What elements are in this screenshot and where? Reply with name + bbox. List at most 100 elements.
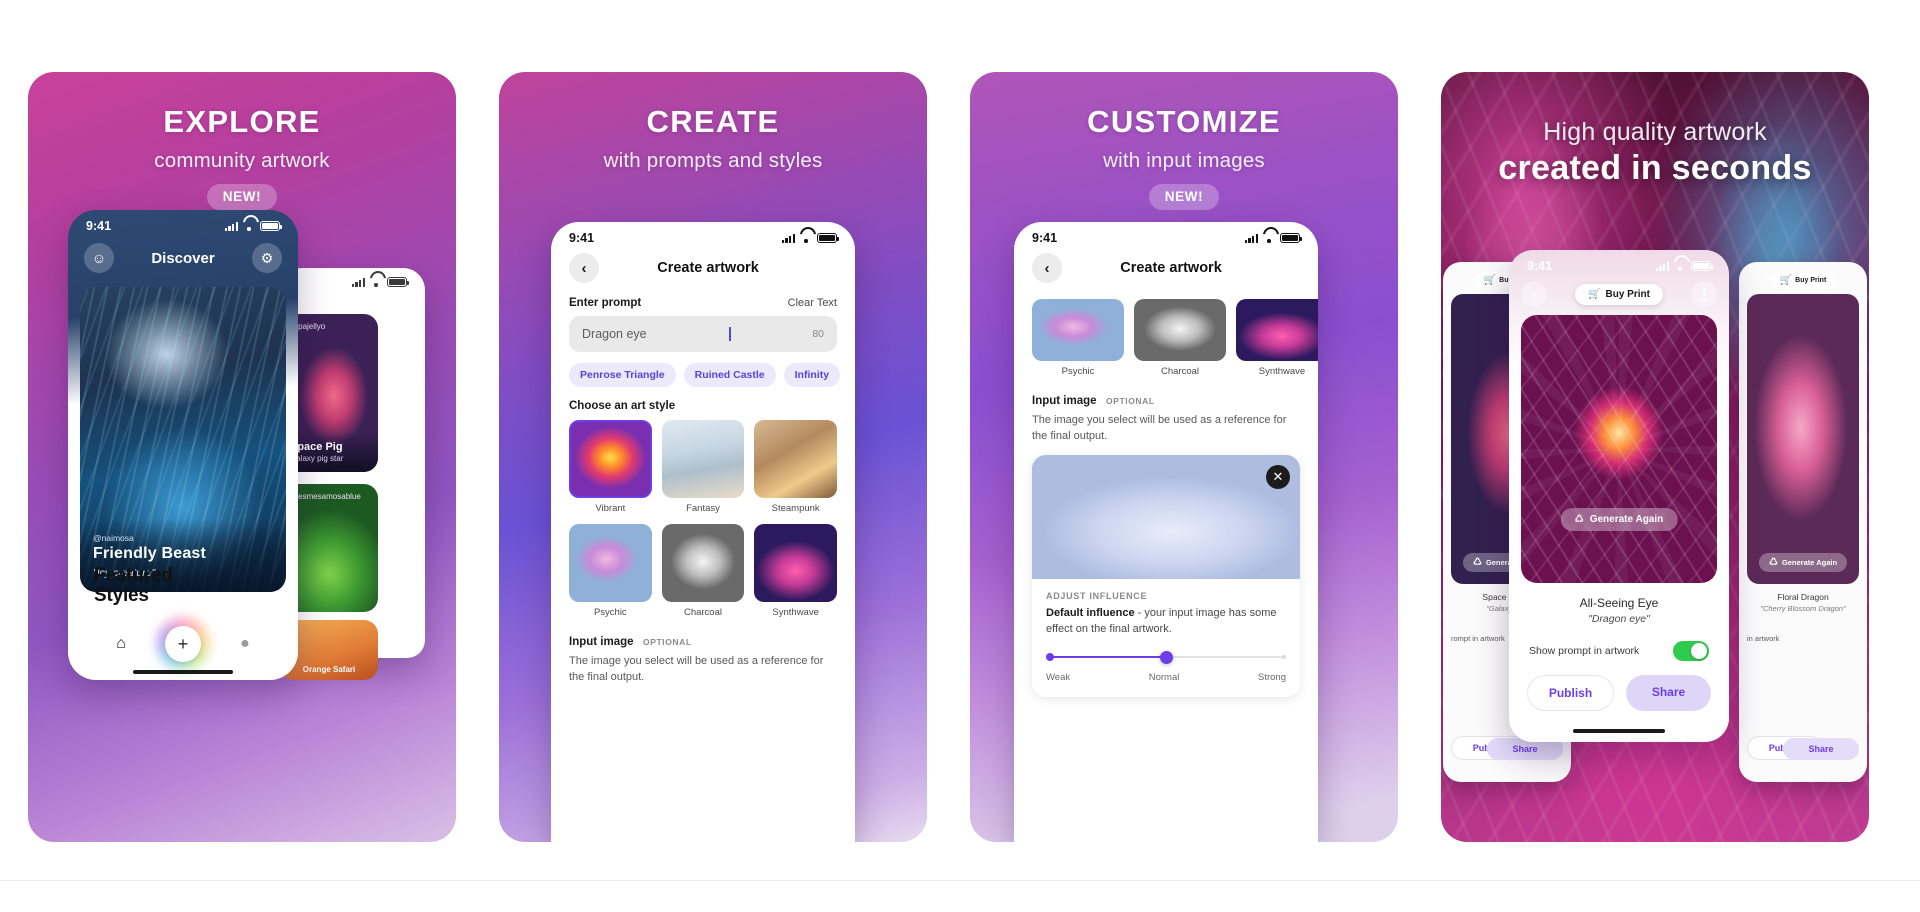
input-image-label: Input image	[1032, 395, 1097, 407]
quality-headline-line1: High quality artwork	[1543, 118, 1767, 146]
create-sheet: ‹ Create artwork Enter prompt Clear Text…	[551, 249, 855, 686]
signal-icon	[224, 221, 238, 231]
input-image-section: Input image OPTIONAL The image you selec…	[569, 632, 837, 686]
input-image-optional-tag: OPTIONAL	[642, 637, 692, 647]
page-title: Discover	[151, 249, 215, 267]
more-vertical-icon[interactable]	[1691, 281, 1717, 307]
panel-quality[interactable]: High quality artwork created in seconds …	[1441, 72, 1869, 842]
gear-icon[interactable]: ⚙	[252, 243, 282, 273]
profile-icon[interactable]: ●	[235, 634, 255, 654]
art-style-option[interactable]: Steampunk	[754, 420, 837, 514]
shuffle-icon: ♺	[1472, 557, 1482, 568]
status-icons	[351, 277, 410, 287]
buy-print-button[interactable]: 🛒Buy Print	[1575, 283, 1663, 305]
influence-caption: ADJUST INFLUENCE	[1046, 590, 1148, 601]
chevron-left-icon[interactable]: ‹	[569, 253, 599, 283]
signal-icon	[1655, 261, 1669, 271]
publish-button[interactable]: Publish	[1527, 675, 1614, 711]
art-style-name: Psychic	[593, 607, 627, 618]
art-style-option[interactable]: Vibrant	[569, 420, 652, 514]
art-style-thumbnail	[754, 524, 837, 602]
chevron-left-icon[interactable]: ‹	[1032, 253, 1062, 283]
art-style-name: Synthwave	[1258, 366, 1306, 377]
cart-icon: 🛒	[1779, 275, 1793, 286]
influence-slider[interactable]	[1046, 650, 1286, 664]
prompt-char-count: 80	[812, 328, 824, 340]
art-style-option[interactable]: Charcoal	[661, 524, 745, 618]
explore-subhead: community artwork	[154, 148, 330, 172]
panel-explore[interactable]: EXPLORE community artwork NEW! @pajellyo…	[28, 72, 456, 842]
wifi-icon	[800, 234, 812, 243]
panel-create[interactable]: CREATE with prompts and styles 9:41 ‹ Cr…	[499, 72, 927, 842]
art-style-name: Psychic	[1061, 366, 1095, 377]
customize-headline-block: CUSTOMIZE with input images NEW!	[970, 72, 1398, 210]
art-style-strip: Psychic Charcoal Synthwave	[1032, 299, 1318, 377]
customize-sheet: ‹ Create artwork Psychic Charcoal Synthw…	[1014, 249, 1318, 697]
art-style-option[interactable]: Psychic	[569, 524, 652, 618]
signal-icon	[1244, 233, 1258, 243]
generate-again-button[interactable]: ♺Generate Again	[1560, 508, 1678, 531]
art-style-option[interactable]: Charcoal	[1134, 299, 1226, 377]
featured-artwork-card[interactable]: @naimosa Friendly Beast "Icy creature"	[80, 287, 286, 592]
dots-glyph	[1702, 287, 1706, 301]
generate-again-button[interactable]: ♺Generate Again	[1758, 553, 1848, 572]
page-title: Create artwork	[1120, 260, 1222, 276]
artwork-caption: Floral Dragon "Cherry Blossom Dragon"	[1739, 592, 1867, 613]
customize-phone: 9:41 ‹ Create artwork Psychic Charcoal S…	[1014, 222, 1318, 842]
buy-print-button[interactable]: 🛒Buy Print	[1770, 272, 1836, 289]
plus-icon[interactable]: +	[165, 626, 201, 662]
shuffle-icon: ♺	[1768, 557, 1778, 568]
art-style-name: Steampunk	[771, 503, 820, 514]
slider-handle[interactable]	[1160, 650, 1173, 664]
discord-icon[interactable]: ☺	[84, 243, 114, 273]
art-style-option[interactable]: Synthwave	[754, 524, 837, 618]
art-style-option[interactable]: Fantasy	[661, 420, 745, 514]
status-time: 9:41	[1527, 259, 1553, 273]
art-style-name: Fantasy	[686, 503, 720, 514]
status-time: 9:41	[1032, 231, 1058, 245]
customize-subhead: with input images	[1103, 148, 1265, 172]
slider-label-strong: Strong	[1258, 671, 1286, 683]
battery-icon	[817, 233, 840, 243]
suggestion-chip[interactable]: Ruined Castle	[683, 363, 776, 387]
status-icons	[1655, 261, 1714, 271]
art-style-thumbnail	[1032, 299, 1124, 361]
art-style-name: Charcoal	[1160, 366, 1200, 377]
quality-right-phone: 🛒 Buy Print ♺ Generate Again Floral Dragon…	[1739, 262, 1867, 782]
input-image-preview[interactable]: ✕	[1032, 454, 1300, 579]
share-button[interactable]: Share	[1783, 738, 1859, 760]
show-prompt-label: Show prompt in artwork	[1529, 645, 1640, 657]
panel-customize[interactable]: CUSTOMIZE with input images NEW! 9:41 ‹	[970, 72, 1398, 842]
home-icon[interactable]: ⌂	[111, 634, 131, 654]
close-icon[interactable]: ✕	[1266, 464, 1290, 489]
artwork-preview[interactable]: ♺Generate Again	[1747, 294, 1859, 584]
bottom-tab-bar: ⌂ + ●	[68, 617, 298, 671]
explore-headline-block: EXPLORE community artwork NEW!	[28, 72, 456, 210]
panel-row: EXPLORE community artwork NEW! @pajellyo…	[0, 0, 1920, 880]
suggestion-chip[interactable]: Penrose Triangle	[569, 363, 676, 387]
clear-text-button[interactable]: Clear Text	[788, 297, 837, 309]
explore-primary-phone: 9:41 ☺ Discover ⚙ @naimosa Friendly Beas…	[68, 210, 298, 680]
battery-icon	[1691, 261, 1714, 271]
page-title: Create artwork	[657, 260, 759, 276]
show-prompt-toggle[interactable]	[1673, 641, 1709, 661]
show-prompt-row: in artwork	[1747, 634, 1780, 643]
art-style-option[interactable]: Synthwave	[1236, 299, 1318, 377]
suggestion-chip[interactable]: Infinity	[783, 363, 841, 387]
battery-icon	[260, 221, 283, 231]
artwork-canvas[interactable]: ♺ Generate Again	[1521, 315, 1717, 583]
card-title: Orange Safari	[302, 665, 356, 674]
input-image-card: ✕ ADJUST INFLUENCE Default influence - y…	[1032, 454, 1300, 697]
art-style-thumbnail	[661, 420, 745, 498]
buy-print-label: Buy Print	[1795, 277, 1827, 284]
artwork-prompt: "Cherry Blossom Dragon"	[1760, 604, 1846, 613]
share-button[interactable]: Share	[1626, 675, 1711, 711]
status-bar	[280, 268, 425, 291]
prompt-input[interactable]: Dragon eye 80	[569, 316, 837, 352]
page-bottom-rule	[0, 880, 1920, 912]
customize-headline: CUSTOMIZE	[1087, 104, 1281, 139]
art-style-option[interactable]: Psychic	[1032, 299, 1124, 377]
input-image-section: Input image OPTIONAL The image you selec…	[1032, 391, 1300, 445]
create-button[interactable]: +	[156, 617, 210, 671]
chevron-left-icon[interactable]: ‹	[1521, 281, 1547, 307]
